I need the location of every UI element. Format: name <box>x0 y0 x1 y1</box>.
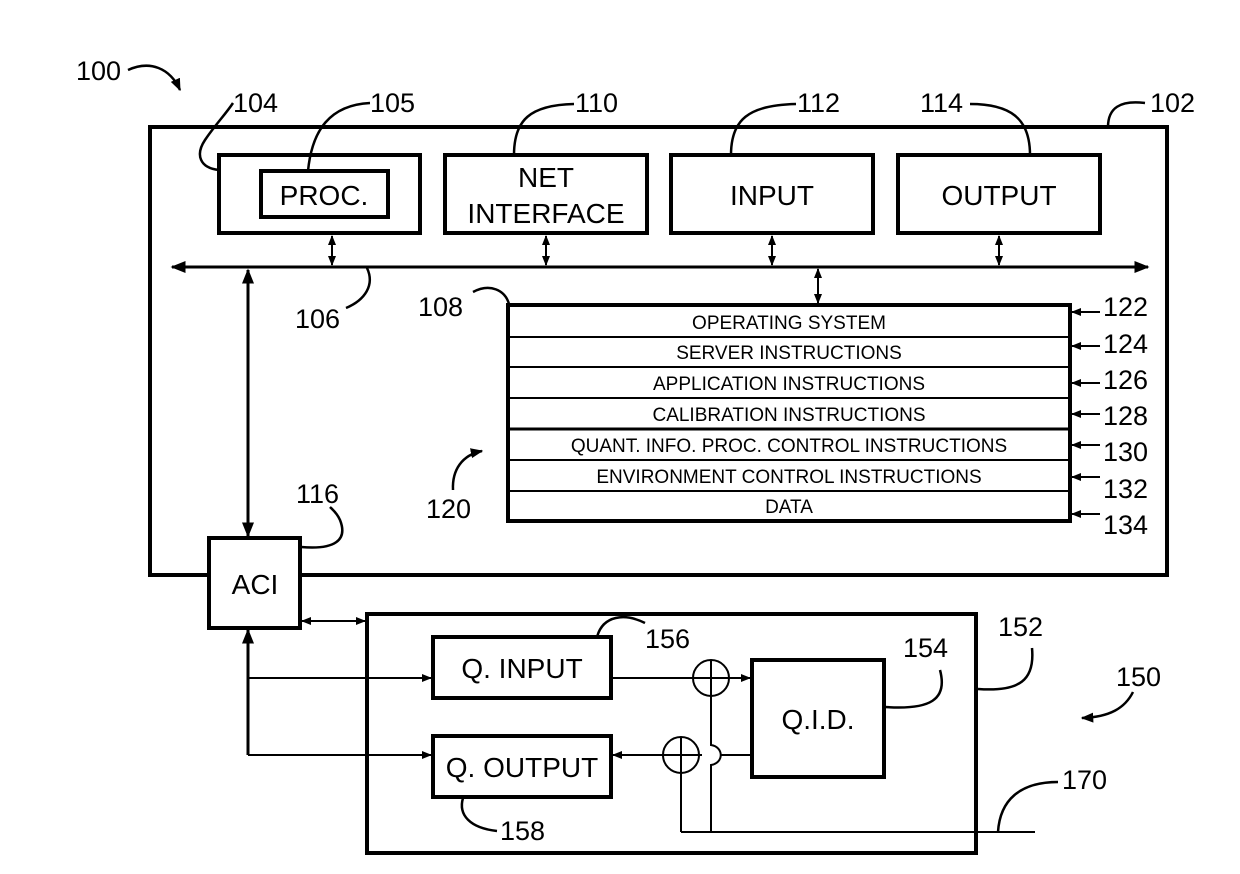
memory-row-data: DATA <box>765 497 813 518</box>
ref-150-arrow <box>1080 691 1135 723</box>
aci-label: ACI <box>232 569 279 600</box>
memory-row-server-instructions: SERVER INSTRUCTIONS <box>676 343 902 364</box>
ref-112-label: 112 <box>797 88 840 118</box>
ref-154-leader <box>884 669 943 709</box>
ref-158-leader <box>460 797 498 833</box>
q-input-label: Q. INPUT <box>461 653 582 684</box>
input-label: INPUT <box>730 180 814 211</box>
ref-158-label: 158 <box>500 816 545 846</box>
ref-126-label: 126 <box>1103 365 1148 395</box>
ref-102-label: 102 <box>1150 88 1195 118</box>
ref-106-leader <box>345 267 372 310</box>
ref-110-label: 110 <box>575 88 618 118</box>
ref-170-leader <box>996 780 1059 833</box>
ref-122-label: 122 <box>1103 292 1148 322</box>
ref-152-label: 152 <box>998 612 1043 642</box>
ref-116-label: 116 <box>296 479 339 509</box>
memory-ref-arrows <box>1071 308 1100 518</box>
memory-row-environment-control: ENVIRONMENT CONTROL INSTRUCTIONS <box>596 467 981 488</box>
ref-116-leader <box>300 506 344 549</box>
ref-130-label: 130 <box>1103 437 1148 467</box>
ref-156-label: 156 <box>645 624 690 654</box>
ref-108-leader <box>472 286 511 305</box>
ref-112-leader <box>729 102 797 156</box>
processor-label: PROC. <box>280 180 369 211</box>
ref-114-label: 114 <box>920 88 963 118</box>
ref-152-leader <box>977 647 1034 691</box>
patent-diagram: 100 102 PROC. 104 105 NET INTERFACE 110 … <box>76 56 1195 855</box>
ref-120-arrow <box>451 448 484 491</box>
ref-170-label: 170 <box>1062 765 1107 795</box>
ref-105-leader <box>306 101 371 172</box>
output-label: OUTPUT <box>941 180 1056 211</box>
control-line-hop <box>710 660 722 832</box>
memory-row-calibration-instructions: CALIBRATION INSTRUCTIONS <box>652 405 925 426</box>
ref-134-label: 134 <box>1103 510 1148 540</box>
ref-102-leader <box>1106 101 1146 128</box>
memory-row-operating-system: OPERATING SYSTEM <box>692 313 886 334</box>
ref-128-label: 128 <box>1103 401 1148 431</box>
net-interface-label-line2: INTERFACE <box>467 198 624 229</box>
ref-124-label: 124 <box>1103 329 1148 359</box>
ref-110-leader <box>512 102 575 156</box>
memory-row-application-instructions: APPLICATION INSTRUCTIONS <box>653 374 925 395</box>
net-interface-label-line1: NET <box>518 162 574 193</box>
ref-154-label: 154 <box>903 633 948 663</box>
ref-106-label: 106 <box>295 304 340 334</box>
ref-100-arrow <box>127 64 182 92</box>
ref-120-label: 120 <box>426 494 471 524</box>
ref-104-leader <box>198 102 235 172</box>
memory-row-quant-info-proc-control: QUANT. INFO. PROC. CONTROL INSTRUCTIONS <box>571 436 1007 457</box>
ref-104-label: 104 <box>233 88 278 118</box>
ref-114-leader <box>969 102 1032 156</box>
ref-100-label: 100 <box>76 56 121 86</box>
ref-132-label: 132 <box>1103 474 1148 504</box>
ref-150-label: 150 <box>1116 662 1161 692</box>
ref-156-leader <box>595 616 646 638</box>
ref-105-label: 105 <box>370 88 415 118</box>
q-output-label: Q. OUTPUT <box>446 752 598 783</box>
qid-label: Q.I.D. <box>781 704 854 735</box>
ref-108-label: 108 <box>418 292 463 322</box>
